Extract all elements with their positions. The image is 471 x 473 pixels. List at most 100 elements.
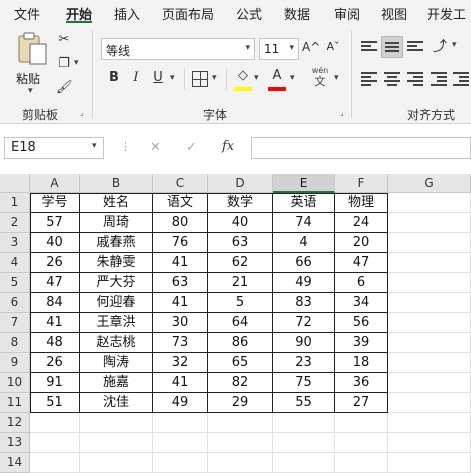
table-cell[interactable] [388,413,471,433]
table-cell[interactable]: 41 [153,293,208,313]
table-cell[interactable]: 严大芬 [80,273,153,293]
table-cell[interactable]: 84 [30,293,80,313]
table-cell[interactable]: 5 [208,293,273,313]
formula-input[interactable] [251,137,471,159]
table-cell[interactable] [388,273,471,293]
table-cell[interactable]: 26 [30,253,80,273]
align-right-icon[interactable] [407,72,423,86]
table-cell[interactable] [388,293,471,313]
table-cell[interactable]: 23 [273,353,335,373]
italic-button[interactable]: I [128,70,144,85]
chevron-down-icon[interactable]: ▾ [334,73,339,83]
row-header[interactable]: 12 [0,413,30,433]
column-header[interactable]: F [335,174,388,193]
chevron-down-icon[interactable]: ▾ [212,73,217,83]
row-header[interactable]: 9 [0,353,30,373]
table-cell[interactable] [388,253,471,273]
table-cell[interactable]: 4 [273,233,335,253]
row-header[interactable]: 7 [0,313,30,333]
table-cell[interactable]: 49 [153,393,208,413]
table-cell[interactable]: 90 [273,333,335,353]
table-cell[interactable] [208,433,273,453]
table-cell[interactable]: 65 [208,353,273,373]
format-painter-icon[interactable]: 🖌 [56,80,73,95]
table-cell[interactable] [208,413,273,433]
column-header[interactable]: C [153,174,208,193]
table-cell[interactable]: 何迎春 [80,293,153,313]
ribbon-tab[interactable]: 页面布局 [162,4,214,23]
table-cell[interactable]: 72 [273,313,335,333]
font-name-select[interactable]: 等线 ▾ [101,38,255,60]
table-cell[interactable]: 40 [30,233,80,253]
table-cell[interactable] [153,413,208,433]
table-cell[interactable]: 30 [153,313,208,333]
dialog-launcher-icon[interactable]: ⌟ [340,108,344,117]
dialog-launcher-icon[interactable]: ⌟ [80,108,84,117]
table-cell[interactable]: 66 [273,253,335,273]
table-cell[interactable]: 赵志桃 [80,333,153,353]
underline-button[interactable]: U [150,70,166,85]
column-header[interactable]: E [273,174,335,193]
ribbon-tab[interactable]: 开发工 [427,4,466,23]
table-cell[interactable] [273,453,335,473]
table-cell[interactable] [335,413,388,433]
table-cell[interactable]: 29 [208,393,273,413]
table-cell[interactable]: 40 [208,213,273,233]
column-header[interactable]: A [30,174,80,193]
chevron-down-icon[interactable]: ▾ [452,40,457,50]
table-cell[interactable]: 26 [30,353,80,373]
table-cell[interactable] [335,433,388,453]
shrink-font-icon[interactable]: Aˇ [324,40,342,53]
row-header[interactable]: 11 [0,393,30,413]
table-cell[interactable] [388,213,471,233]
align-bottom-icon[interactable] [407,40,423,54]
ribbon-tab[interactable]: 公式 [236,4,262,23]
cut-icon[interactable]: ✂ [56,32,72,47]
table-cell[interactable] [30,433,80,453]
table-cell[interactable] [388,193,471,213]
table-cell[interactable] [153,433,208,453]
increase-indent-icon[interactable] [453,72,469,86]
formula-bar-grip-icon[interactable]: ⋮ [120,140,131,153]
row-header[interactable]: 3 [0,233,30,253]
table-cell[interactable]: 34 [335,293,388,313]
table-cell[interactable]: 32 [153,353,208,373]
table-cell[interactable]: 21 [208,273,273,293]
ribbon-tab[interactable]: 数据 [284,4,310,23]
table-cell[interactable]: 41 [153,253,208,273]
table-cell[interactable]: 沈佳 [80,393,153,413]
table-cell[interactable]: 49 [273,273,335,293]
table-cell[interactable] [388,373,471,393]
table-cell[interactable] [388,353,471,373]
table-cell[interactable] [388,453,471,473]
paste-button[interactable]: 粘贴 ▾ [14,32,50,96]
insert-function-icon[interactable]: fx [222,139,234,154]
table-cell[interactable]: 27 [335,393,388,413]
table-cell[interactable]: 陶涛 [80,353,153,373]
row-header[interactable]: 8 [0,333,30,353]
table-cell[interactable] [388,333,471,353]
table-cell[interactable]: 朱静雯 [80,253,153,273]
table-cell[interactable] [30,453,80,473]
header-cell[interactable]: 物理 [335,193,388,213]
table-cell[interactable]: 82 [208,373,273,393]
table-cell[interactable]: 20 [335,233,388,253]
header-cell[interactable]: 英语 [273,193,335,213]
column-header[interactable]: G [388,174,471,193]
column-header[interactable]: B [80,174,153,193]
row-header[interactable]: 5 [0,273,30,293]
ribbon-tab[interactable]: 插入 [114,4,140,23]
table-cell[interactable] [80,433,153,453]
table-cell[interactable]: 64 [208,313,273,333]
grow-font-icon[interactable]: A^ [302,40,320,54]
ribbon-tab[interactable]: 审阅 [334,4,360,23]
table-cell[interactable]: 36 [335,373,388,393]
align-center-icon[interactable] [384,72,400,86]
column-header[interactable]: D [208,174,273,193]
table-cell[interactable]: 周琦 [80,213,153,233]
table-cell[interactable]: 41 [30,313,80,333]
border-icon[interactable] [192,71,208,87]
table-cell[interactable]: 74 [273,213,335,233]
row-header[interactable]: 1 [0,193,30,213]
name-box[interactable]: E18 [4,137,104,159]
